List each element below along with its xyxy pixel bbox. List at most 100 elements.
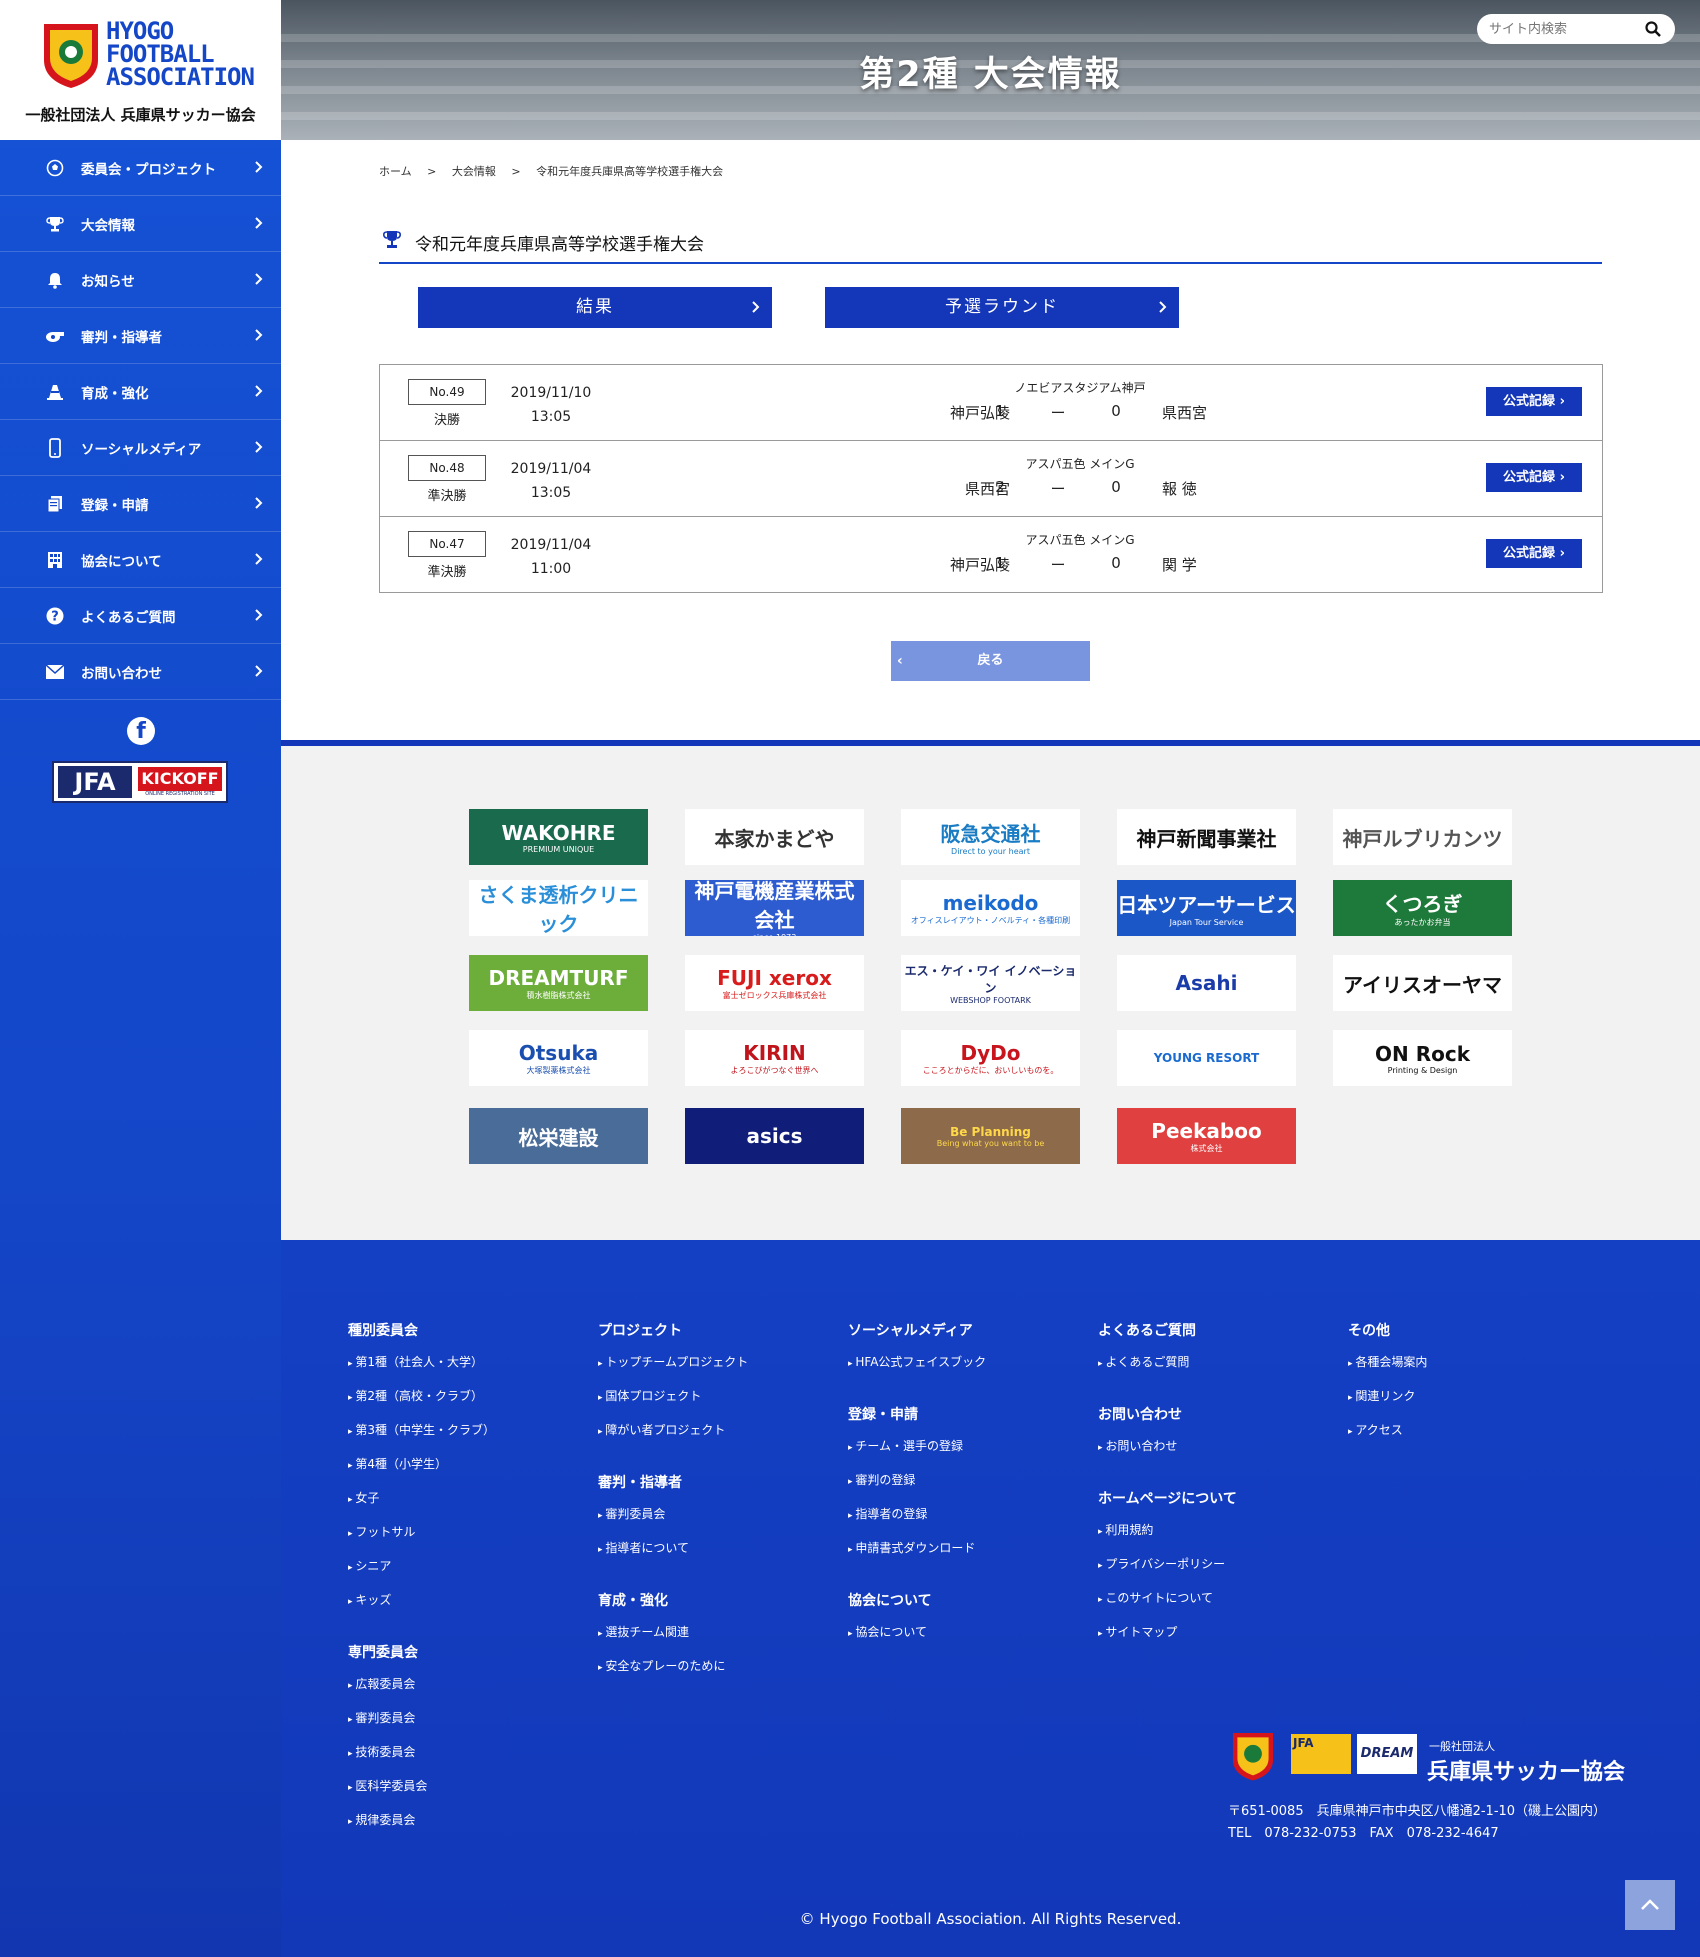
footer-link[interactable]: 国体プロジェクト — [598, 1387, 701, 1404]
sponsor-logo[interactable]: Be Planning Being what you want to be — [901, 1108, 1080, 1164]
footer-address: 〒651-0085 兵庫県神戸市中央区八幡通2-1-10（磯上公園内） — [1228, 1804, 1607, 1819]
footer-link[interactable]: シニア — [348, 1557, 391, 1574]
footer-link[interactable]: 第2種（高校・クラブ） — [348, 1387, 483, 1404]
footer-link[interactable]: 審判委員会 — [598, 1505, 665, 1522]
footer-link[interactable]: 技術委員会 — [348, 1743, 415, 1760]
footer-link[interactable]: 医科学委員会 — [348, 1777, 427, 1794]
footer-link[interactable]: 第4種（小学生） — [348, 1455, 447, 1472]
match-time: 13:05 — [530, 485, 572, 501]
breadcrumb-tournaments[interactable]: 大会情報 — [452, 165, 496, 178]
footer-link[interactable]: 指導者について — [598, 1539, 689, 1556]
footer-link[interactable]: 審判の登録 — [848, 1471, 915, 1488]
nav-item-development[interactable]: 育成・強化 — [0, 364, 281, 420]
sponsor-logo[interactable]: FUJI xerox 富士ゼロックス兵庫株式会社 — [685, 955, 864, 1011]
footer-org-name: 兵庫県サッカー協会 — [1427, 1760, 1626, 1785]
site-logo[interactable]: HYOGO FOOTBALL ASSOCIATION 一般社団法人 兵庫県サッカ… — [0, 0, 281, 140]
nav-item-about[interactable]: 協会について — [0, 532, 281, 588]
nav-item-contact[interactable]: お問い合わせ — [0, 644, 281, 700]
official-record-button[interactable]: 公式記録 › — [1486, 387, 1582, 416]
sponsor-logo[interactable]: DREAMTURF 積水樹脂株式会社 — [469, 955, 648, 1011]
nav-item-referee[interactable]: 審判・指導者 — [0, 308, 281, 364]
nav-item-news[interactable]: お知らせ — [0, 252, 281, 308]
footer-link[interactable]: お問い合わせ — [1098, 1437, 1177, 1454]
kickoff-label: KICKOFF — [138, 767, 222, 791]
nav-item-committee[interactable]: 委員会・プロジェクト — [0, 140, 281, 196]
back-to-top-button[interactable] — [1625, 1880, 1675, 1930]
footer-link[interactable]: 指導者の登録 — [848, 1505, 927, 1522]
footer-link[interactable]: 安全なプレーのために — [598, 1657, 725, 1674]
footer-link[interactable]: トップチームプロジェクト — [598, 1353, 748, 1370]
building-icon — [45, 550, 65, 570]
sponsor-logo[interactable]: 本家かまどや — [685, 809, 864, 865]
footer-link[interactable]: チーム・選手の登録 — [848, 1437, 963, 1454]
footer-link[interactable]: 関連リンク — [1348, 1387, 1415, 1404]
official-record-button[interactable]: 公式記録 › — [1486, 463, 1582, 492]
sponsor-logo[interactable]: YOUNG RESORT — [1117, 1030, 1296, 1086]
footer-link[interactable]: 障がい者プロジェクト — [598, 1421, 725, 1438]
sponsor-logo[interactable]: 松栄建設 — [469, 1108, 648, 1164]
bell-icon — [45, 270, 65, 290]
sponsor-logo[interactable]: Asahi — [1117, 955, 1296, 1011]
sponsor-logo[interactable]: アイリスオーヤマ — [1333, 955, 1512, 1011]
facebook-icon[interactable]: f — [127, 717, 155, 745]
sponsor-logo[interactable]: Peekaboo 株式会社 — [1117, 1108, 1296, 1164]
footer-heading: お問い合わせ — [1098, 1407, 1182, 1423]
search-input[interactable] — [1489, 19, 1639, 39]
smartphone-icon — [45, 437, 65, 458]
footer-link[interactable]: 規律委員会 — [348, 1811, 415, 1828]
sponsor-logo[interactable]: ON Rock Printing & Design — [1333, 1030, 1512, 1086]
sponsor-name: 神戸新聞事業社 — [1136, 826, 1277, 851]
sponsor-logo[interactable]: くつろぎ あったかお弁当 — [1333, 880, 1512, 936]
cone-icon — [45, 382, 65, 402]
sponsor-logo[interactable]: KIRIN よろこびがつなぐ世界へ — [685, 1030, 864, 1086]
footer-link[interactable]: 広報委員会 — [348, 1675, 415, 1692]
footer-link[interactable]: 第3種（中学生・クラブ） — [348, 1421, 495, 1438]
sponsor-logo[interactable]: asics — [685, 1108, 864, 1164]
footer-link[interactable]: 各種会場案内 — [1348, 1353, 1427, 1370]
official-record-button[interactable]: 公式記録 › — [1486, 539, 1582, 568]
sponsor-logo[interactable]: エス・ケイ・ワイ イノベーション WEBSHOP FOOTARK — [901, 955, 1080, 1011]
section-title-text: 令和元年度兵庫県高等学校選手権大会 — [415, 235, 704, 255]
home-score: 1 — [995, 554, 1005, 572]
footer-link[interactable]: 利用規約 — [1098, 1521, 1153, 1538]
footer-link[interactable]: 女子 — [348, 1489, 379, 1506]
sponsor-logo[interactable]: さくま透析クリニック — [469, 880, 648, 936]
footer-link[interactable]: HFA公式フェイスブック — [848, 1353, 986, 1370]
results-tab-button[interactable]: 結果 — [418, 287, 772, 328]
sponsor-logo[interactable]: 神戸ルブリカンツ — [1333, 809, 1512, 865]
match-row: No.48 準決勝 2019/11/04 13:05 アスパ五色 メインG 県西… — [380, 441, 1602, 517]
sponsor-logo[interactable]: 日本ツアーサービス Japan Tour Service — [1117, 880, 1296, 936]
nav-item-social[interactable]: ソーシャルメディア — [0, 420, 281, 476]
footer-link[interactable]: 申請書式ダウンロード — [848, 1539, 975, 1556]
search-icon[interactable] — [1645, 21, 1661, 37]
breadcrumb-current: 令和元年度兵庫県高等学校選手権大会 — [536, 165, 724, 178]
footer-link[interactable]: アクセス — [1348, 1421, 1402, 1438]
footer-link[interactable]: よくあるご質問 — [1098, 1353, 1189, 1370]
breadcrumb-home[interactable]: ホーム — [379, 165, 412, 178]
footer-link[interactable]: 選抜チーム関連 — [598, 1623, 689, 1640]
sponsor-logo[interactable]: meikodo オフィスレイアウト・ノベルティ・各種印刷 — [901, 880, 1080, 936]
footer-link[interactable]: 協会について — [848, 1623, 927, 1640]
sponsor-name: asics — [746, 1124, 803, 1148]
footer-link[interactable]: フットサル — [348, 1523, 415, 1540]
footer-link[interactable]: 第1種（社会人・大学） — [348, 1353, 483, 1370]
footer-link[interactable]: プライバシーポリシー — [1098, 1555, 1225, 1572]
sponsor-logo[interactable]: WAKOHRE PREMIUM UNIQUE — [469, 809, 648, 865]
sponsor-logo[interactable]: 阪急交通社 Direct to your heart — [901, 809, 1080, 865]
footer-link[interactable]: キッズ — [348, 1591, 391, 1608]
nav-item-tournaments[interactable]: 大会情報 — [0, 196, 281, 252]
chevron-right-icon — [255, 609, 263, 621]
qualifying-tab-button[interactable]: 予選ラウンド — [825, 287, 1179, 328]
footer-link[interactable]: サイトマップ — [1098, 1623, 1177, 1640]
sponsor-logo[interactable]: 神戸電機産業株式会社since 1973 — [685, 880, 864, 936]
footer-link[interactable]: 審判委員会 — [348, 1709, 415, 1726]
sponsor-logo[interactable]: 神戸新聞事業社 — [1117, 809, 1296, 865]
sponsor-logo[interactable]: DyDo こころとからだに、おいしいものを。 — [901, 1030, 1080, 1086]
sponsor-logo[interactable]: Otsuka 大塚製薬株式会社 — [469, 1030, 648, 1086]
nav-item-faq[interactable]: ? よくあるご質問 — [0, 588, 281, 644]
jfa-kickoff-banner[interactable]: JFA KICKOFF ONLINE REGISTRATION SITE — [52, 761, 228, 803]
dream-badge: DREAM — [1357, 1734, 1417, 1774]
back-button[interactable]: ‹ 戻る — [891, 641, 1090, 681]
nav-item-registration[interactable]: 登録・申請 — [0, 476, 281, 532]
footer-link[interactable]: このサイトについて — [1098, 1589, 1213, 1606]
